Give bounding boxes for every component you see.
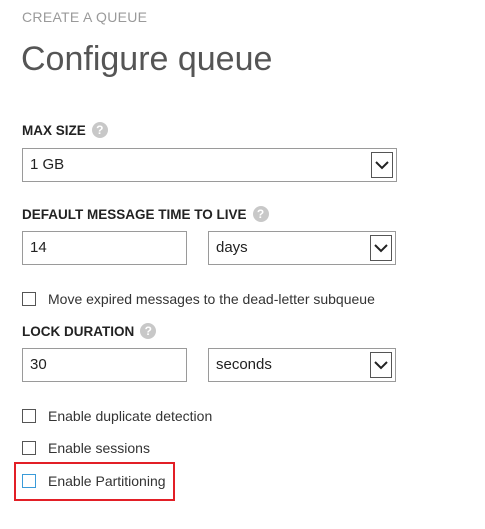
chevron-down-icon[interactable]: [370, 352, 392, 378]
ttl-label: DEFAULT MESSAGE TIME TO LIVE: [22, 206, 247, 222]
duplicate-detection-label: Enable duplicate detection: [48, 408, 213, 424]
chevron-down-icon[interactable]: [370, 235, 392, 261]
max-size-label: MAX SIZE: [22, 122, 86, 138]
max-size-label-row: MAX SIZE ?: [22, 122, 108, 138]
lock-duration-unit-value: seconds: [216, 356, 272, 373]
sessions-row[interactable]: Enable sessions: [22, 440, 150, 456]
dead-letter-checkbox[interactable]: [22, 292, 36, 306]
max-size-select[interactable]: 1 GB: [22, 148, 397, 182]
ttl-value-input[interactable]: 14: [22, 231, 187, 265]
lock-label-row: LOCK DURATION ?: [22, 323, 157, 339]
chevron-down-icon[interactable]: [371, 152, 393, 178]
max-size-value: 1 GB: [30, 156, 65, 173]
question-icon[interactable]: ?: [91, 122, 108, 138]
sessions-label: Enable sessions: [48, 440, 150, 456]
dead-letter-row[interactable]: Move expired messages to the dead-letter…: [22, 291, 375, 307]
lock-duration-input[interactable]: 30: [22, 348, 187, 382]
ttl-unit-value: days: [216, 239, 248, 256]
wizard-step-label: CREATE A QUEUE: [22, 9, 148, 25]
sessions-checkbox[interactable]: [22, 441, 36, 455]
question-icon[interactable]: ?: [252, 206, 269, 222]
ttl-unit-select[interactable]: days: [208, 231, 396, 265]
highlight-box: [14, 462, 175, 501]
lock-duration-label: LOCK DURATION: [22, 323, 135, 339]
ttl-label-row: DEFAULT MESSAGE TIME TO LIVE ?: [22, 206, 269, 222]
duplicate-detection-checkbox[interactable]: [22, 409, 36, 423]
question-icon[interactable]: ?: [140, 323, 157, 339]
dead-letter-label: Move expired messages to the dead-letter…: [48, 291, 375, 307]
lock-duration-unit-select[interactable]: seconds: [208, 348, 396, 382]
duplicate-detection-row[interactable]: Enable duplicate detection: [22, 408, 212, 424]
page-title: Configure queue: [21, 40, 273, 78]
